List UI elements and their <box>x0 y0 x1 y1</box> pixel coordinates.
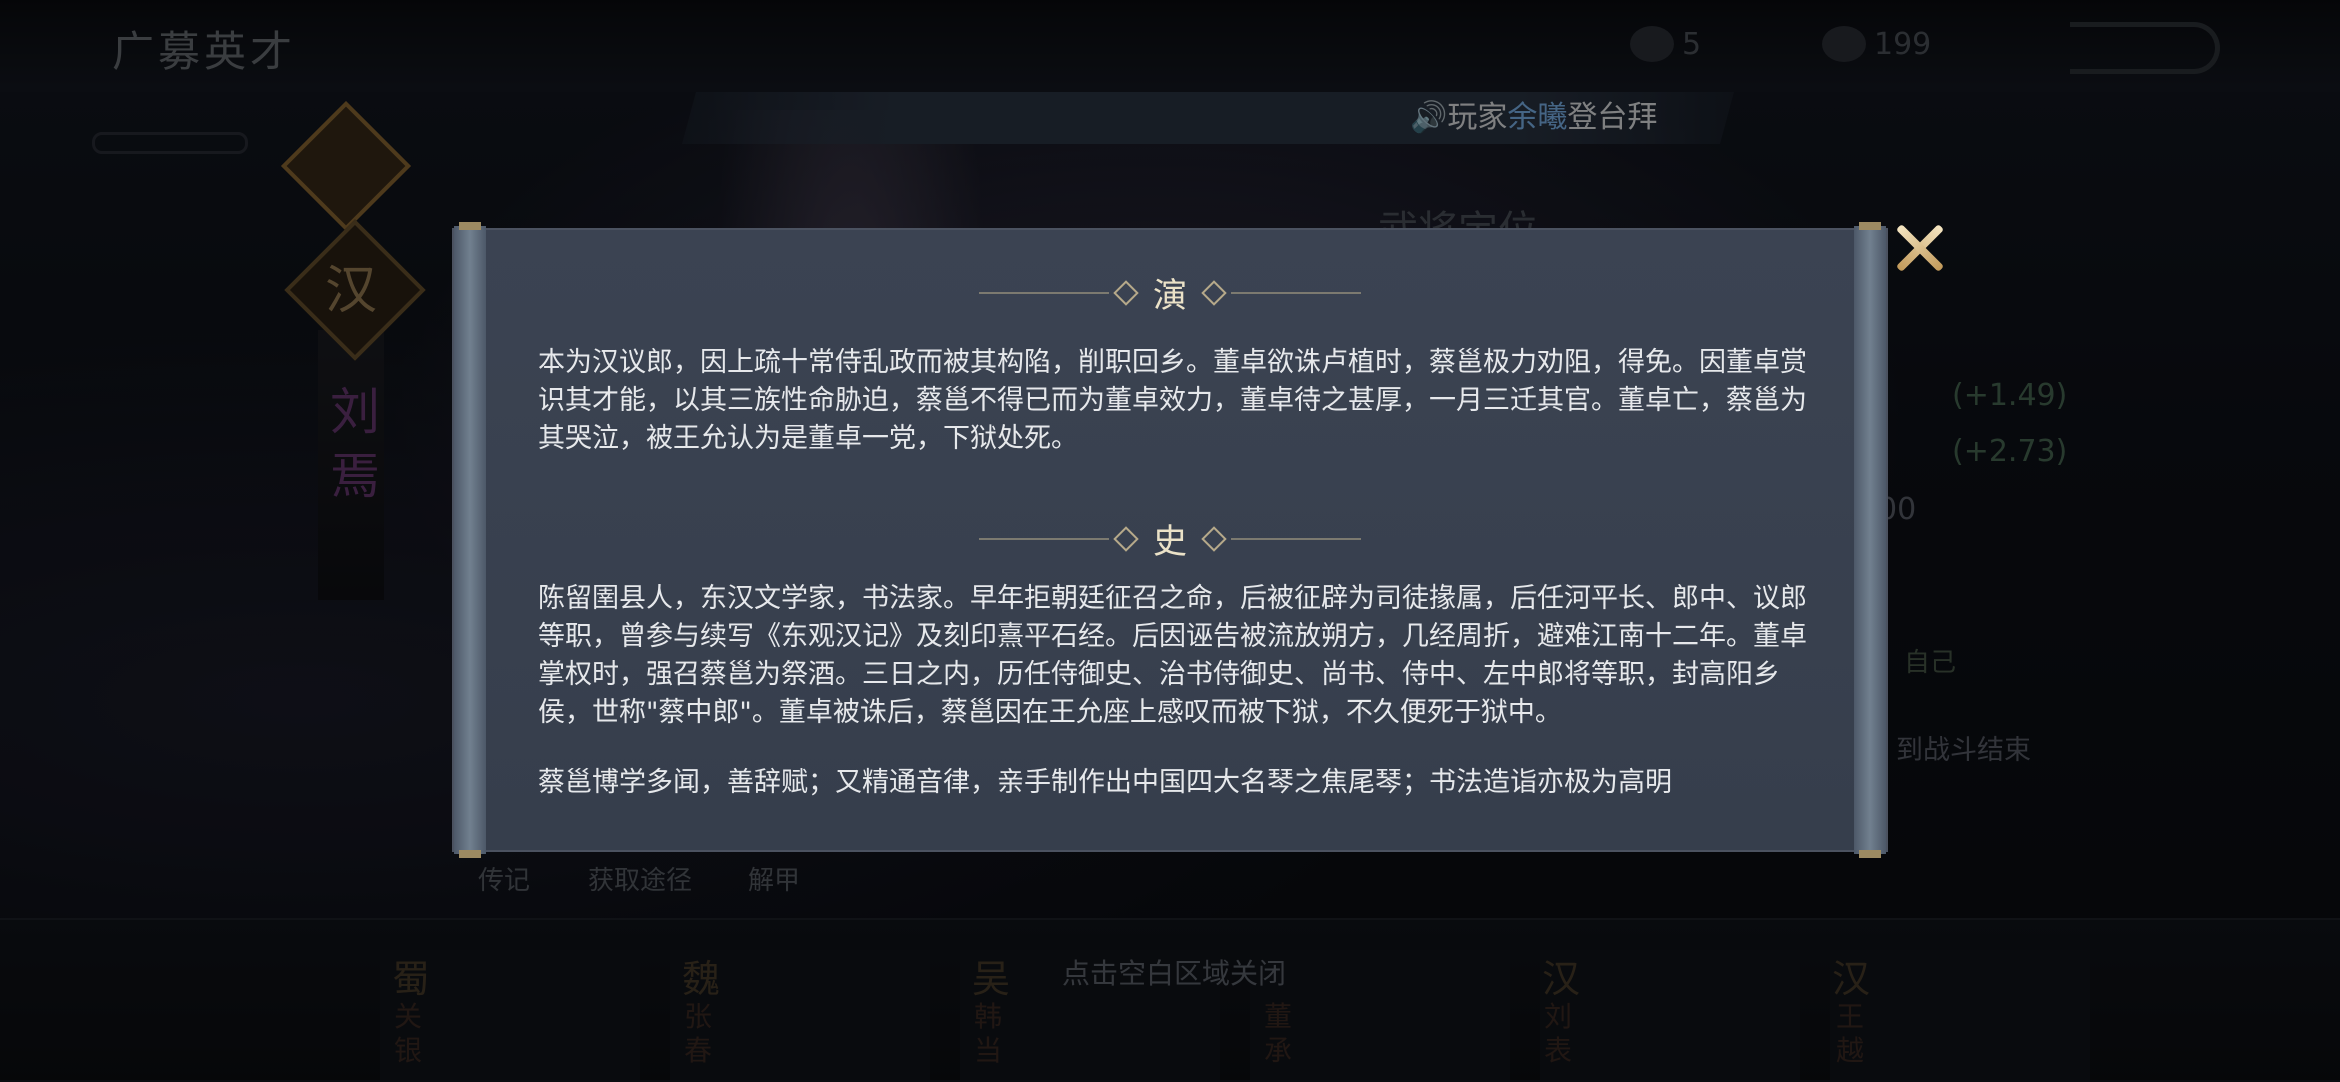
section-title-romance: 演 <box>1153 276 1187 316</box>
romance-text: 本为汉议郎，因上疏十常侍乱政而被其构陷，削职回乡。董卓欲诛卢植时，蔡邕极力劝阻，… <box>538 347 1807 454</box>
history-text-continued: 蔡邕博学多闻，善辞赋；又精通音律，亲手制作出中国四大名琴之焦尾琴；书法造诣亦极为… <box>538 767 1672 798</box>
history-text: 陈留圉县人，东汉文学家，书法家。早年拒朝廷征召之命，后被征辟为司徒掾属，后任河平… <box>538 583 1807 728</box>
diamond-ornament-icon <box>1201 279 1227 306</box>
section-header-history: 史 <box>454 514 1886 563</box>
section-title-history: 史 <box>1153 522 1187 562</box>
scroll-cap <box>459 222 481 230</box>
section-header-romance: 演 <box>454 268 1886 317</box>
scroll-cap <box>459 850 481 858</box>
close-button[interactable] <box>1894 222 1946 274</box>
scroll-cap <box>1859 222 1881 230</box>
diamond-ornament-icon <box>1201 525 1227 552</box>
diamond-ornament-icon <box>1113 525 1139 552</box>
diamond-ornament-icon <box>1113 279 1139 306</box>
scroll-cap <box>1859 850 1881 858</box>
